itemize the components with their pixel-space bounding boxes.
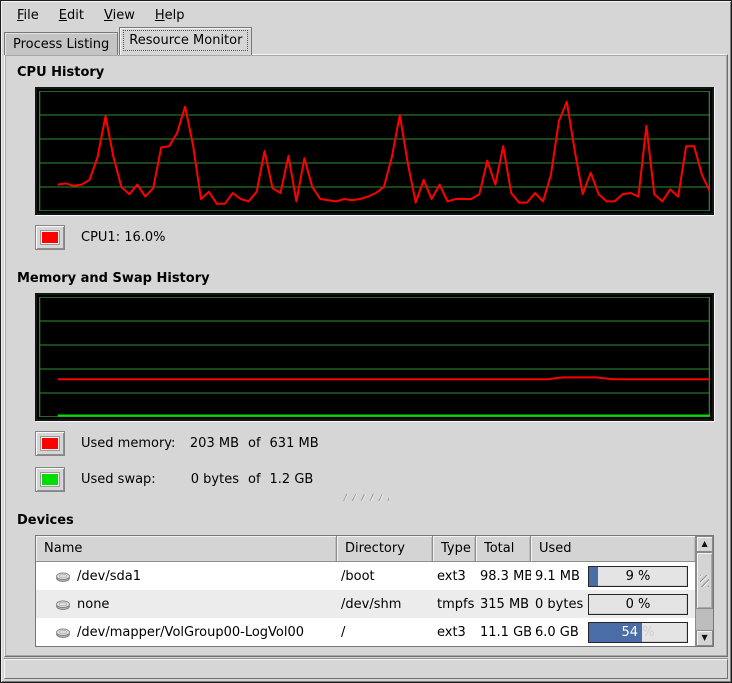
menu-file[interactable]: File (7, 6, 49, 25)
memory-color-button[interactable] (35, 431, 65, 456)
device-total: 315 MB (476, 597, 531, 612)
device-used-cell: 6.0 GB 54 % 54 % (531, 622, 695, 643)
swap-usage-label: Used swap:0 bytes of 1.2 GB (81, 472, 313, 487)
device-used: 0 bytes (535, 597, 583, 612)
pane-grip-row (13, 494, 719, 502)
devices-table-header: Name Directory Type Total Used (36, 536, 695, 562)
memory-total-value: 631 MB (270, 436, 319, 451)
tab-process-listing[interactable]: Process Listing (4, 32, 118, 55)
usage-progressbar: 54 % 54 % (588, 622, 688, 643)
tab-process-listing-label: Process Listing (13, 37, 109, 52)
menu-view[interactable]: View (94, 6, 145, 25)
device-name: /dev/mapper/VolGroup00-LogVol00 (77, 625, 304, 640)
device-directory: /boot (337, 569, 433, 584)
device-used: 9.1 MB (535, 569, 580, 584)
notebook-tabs: Process Listing Resource Monitor (4, 27, 728, 55)
swap-color-button[interactable] (35, 467, 65, 492)
scrollbar-grip-icon (700, 575, 709, 587)
usage-progress-fill: 54 % (589, 623, 642, 642)
device-name: /dev/sda1 (77, 569, 141, 584)
device-directory: / (337, 625, 433, 640)
device-name-cell: /dev/sda1 (36, 568, 337, 584)
device-row[interactable]: none /dev/shm tmpfs 315 MB 0 bytes 0 % (36, 590, 695, 618)
tab-resource-monitor-label: Resource Monitor (123, 30, 248, 51)
system-monitor-window: File Edit View Help Process Listing Reso… (0, 0, 732, 683)
usage-percent-label: 0 % (589, 595, 687, 614)
usage-percent-label-inverse: 54 % (589, 623, 642, 642)
devices-table-main: Name Directory Type Total Used (36, 536, 695, 646)
memory-usage-label: Used memory:203 MB of 631 MB (81, 436, 319, 451)
device-total: 11.1 GB (476, 625, 531, 640)
memory-legend: Used memory:203 MB of 631 MB (35, 431, 719, 456)
disk-icon (55, 596, 71, 612)
pane-resize-grip[interactable] (343, 494, 389, 501)
devices-table: Name Directory Type Total Used (35, 535, 714, 647)
cpu-history-title: CPU History (17, 65, 719, 80)
cpu1-color-button[interactable] (35, 225, 65, 250)
swap-color-swatch (41, 473, 59, 486)
arrow-down-icon: ▼ (701, 634, 707, 642)
header-name[interactable]: Name (36, 536, 337, 562)
usage-progressbar: 9 % 9 % (588, 566, 688, 587)
scrollbar-thumb[interactable] (696, 552, 713, 609)
menu-bar: File Edit View Help (1, 1, 731, 27)
devices-table-body: /dev/sda1 /boot ext3 98.3 MB 9.1 MB 9 % (36, 562, 695, 646)
device-directory: /dev/shm (337, 597, 433, 612)
memory-of: of (248, 436, 261, 451)
device-row[interactable]: /dev/sda1 /boot ext3 98.3 MB 9.1 MB 9 % (36, 562, 695, 590)
disk-icon (55, 568, 71, 584)
memory-swap-graph (35, 293, 714, 421)
device-total: 98.3 MB (476, 569, 531, 584)
usage-percent-label-inverse: 9 % (589, 567, 598, 586)
cpu1-usage-label: CPU1: 16.0% (81, 230, 166, 245)
swap-of: of (248, 472, 261, 487)
usage-percent-label: 9 % (589, 567, 687, 586)
cpu-history-graph (35, 87, 714, 215)
device-name-cell: none (36, 596, 337, 612)
menu-help[interactable]: Help (145, 6, 195, 25)
memory-color-swatch (41, 437, 59, 450)
resource-monitor-page: CPU History CPU1: 16.0% Memory and Swap … (4, 54, 728, 657)
tab-resource-monitor[interactable]: Resource Monitor (119, 27, 252, 55)
swap-legend: Used swap:0 bytes of 1.2 GB (35, 467, 719, 492)
device-name-cell: /dev/mapper/VolGroup00-LogVol00 (36, 624, 337, 640)
disk-icon (55, 624, 71, 640)
scrollbar-track[interactable] (696, 552, 713, 630)
scroll-up-button[interactable]: ▲ (696, 536, 713, 552)
header-type[interactable]: Type (433, 536, 476, 562)
memory-swap-title: Memory and Swap History (17, 271, 719, 286)
status-bar (4, 659, 728, 679)
device-used-cell: 0 bytes 0 % 0 % (531, 594, 695, 615)
memory-label: Used memory: (81, 436, 181, 451)
menu-edit[interactable]: Edit (49, 6, 94, 25)
device-row[interactable]: /dev/mapper/VolGroup00-LogVol00 / ext3 1… (36, 618, 695, 646)
usage-progress-fill: 9 % (589, 567, 598, 586)
header-total[interactable]: Total (476, 536, 531, 562)
header-directory[interactable]: Directory (337, 536, 433, 562)
cpu-legend: CPU1: 16.0% (35, 225, 719, 250)
arrow-up-icon: ▲ (701, 540, 707, 548)
device-type: ext3 (433, 569, 476, 584)
cpu1-color-swatch (41, 231, 59, 244)
usage-progressbar: 0 % 0 % (588, 594, 688, 615)
memory-used-value: 203 MB (181, 436, 239, 451)
swap-total-value: 1.2 GB (270, 472, 314, 487)
device-type: tmpfs (433, 597, 476, 612)
device-name: none (77, 597, 109, 612)
scroll-down-button[interactable]: ▼ (696, 630, 713, 646)
device-used-cell: 9.1 MB 9 % 9 % (531, 566, 695, 587)
device-type: ext3 (433, 625, 476, 640)
swap-label: Used swap: (81, 472, 181, 487)
device-used: 6.0 GB (535, 625, 579, 640)
header-used[interactable]: Used (531, 536, 695, 562)
swap-used-value: 0 bytes (181, 472, 239, 487)
devices-title: Devices (17, 513, 719, 528)
devices-scrollbar[interactable]: ▲ ▼ (695, 536, 713, 646)
